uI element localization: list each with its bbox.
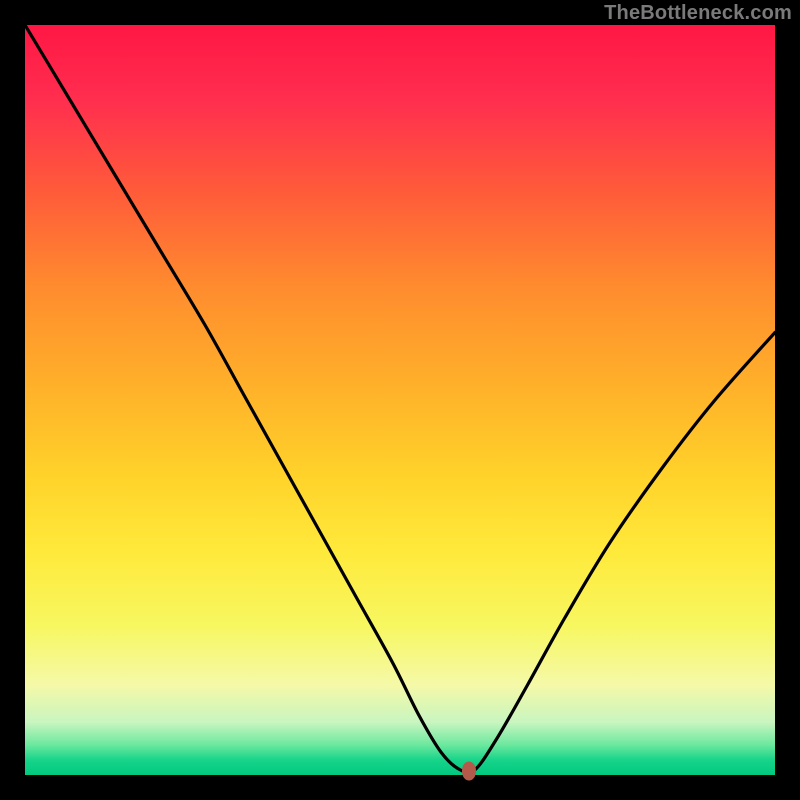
chart-frame: TheBottleneck.com [0,0,800,800]
watermark-text: TheBottleneck.com [604,2,792,25]
plot-area [25,25,775,775]
optimal-point-marker [462,761,476,780]
bottleneck-curve [25,25,775,775]
